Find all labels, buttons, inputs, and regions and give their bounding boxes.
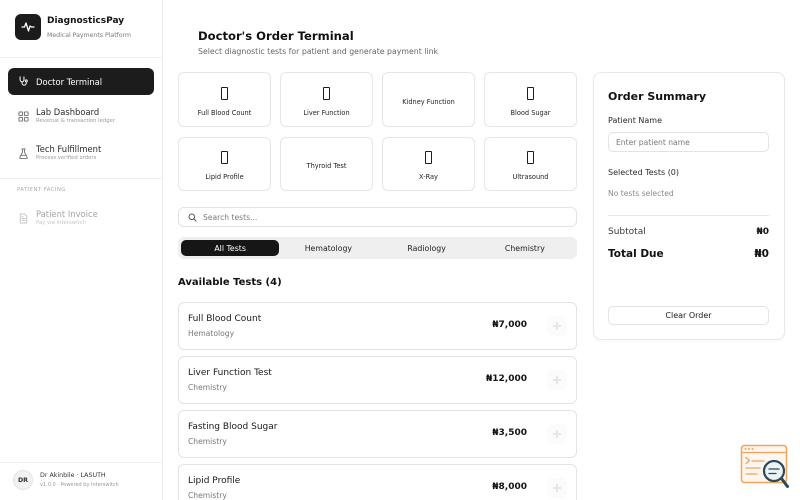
search-bar (178, 207, 577, 227)
quick-test-tile[interactable]: Ultrasound (484, 137, 577, 191)
app-logo[interactable] (15, 14, 41, 40)
test-icon (221, 151, 228, 164)
app-name: DiagnosticsPay (47, 16, 125, 26)
add-test-button[interactable] (547, 478, 567, 498)
quick-test-label: X-Ray (419, 173, 438, 181)
order-summary-title: Order Summary (608, 90, 707, 103)
main-content: Doctor's Order Terminal Select diagnosti… (163, 0, 800, 500)
tab-radiology[interactable]: Radiology (378, 240, 476, 256)
test-list-item[interactable]: Lipid Profile Chemistry ₦8,000 (178, 464, 577, 500)
sidebar-item-subtitle: Revenue & transaction ledger (36, 118, 116, 124)
test-icon (527, 86, 534, 100)
tab-hematology[interactable]: Hematology (279, 240, 377, 256)
total-due-label: Total Due (608, 247, 664, 260)
search-input[interactable] (179, 208, 576, 226)
test-price: ₦12,000 (486, 374, 527, 384)
pulse-icon (21, 22, 35, 32)
total-due-value: ₦0 (754, 247, 769, 260)
flask-icon (18, 148, 29, 159)
web-search-icon (740, 444, 789, 488)
quick-test-tile[interactable]: Blood Sugar (484, 72, 577, 127)
sidebar-item-subtitle: Process verified orders (36, 155, 97, 161)
tab-all-tests[interactable]: All Tests (181, 240, 280, 256)
quick-test-tile[interactable]: Liver Function (280, 72, 373, 127)
add-test-button[interactable] (547, 424, 567, 444)
test-price: ₦3,500 (492, 428, 527, 438)
test-icon (323, 86, 330, 100)
test-price: ₦8,000 (492, 482, 527, 492)
test-icon (221, 86, 228, 100)
patient-name-label: Patient Name (608, 116, 662, 125)
test-category: Hematology (188, 329, 235, 338)
quick-test-grid: Full Blood Count Liver Function Kidney F… (178, 72, 577, 191)
quick-test-label: Liver Function (303, 108, 350, 117)
sidebar-item-lab-dashboard[interactable]: Lab Dashboard Revenue & transaction ledg… (8, 102, 154, 132)
web-search-widget[interactable] (740, 444, 790, 490)
test-name: Fasting Blood Sugar (188, 422, 278, 432)
category-filter-tabs: All Tests Hematology Radiology Chemistry (178, 237, 577, 259)
clear-order-button[interactable]: Clear Order (608, 306, 769, 325)
sidebar-item-label: Patient Invoice (36, 209, 98, 219)
grid-icon (18, 111, 29, 122)
sidebar-divider (0, 178, 162, 179)
test-list-item[interactable]: Liver Function Test Chemistry ₦12,000 (178, 356, 577, 404)
available-tests-heading: Available Tests (4) (178, 277, 282, 288)
quick-test-label: Ultrasound (512, 173, 549, 181)
document-icon (18, 213, 29, 224)
quick-test-label: Full Blood Count (197, 108, 252, 117)
user-name: Dr Akinbile · LASUTH (40, 472, 106, 479)
test-name: Full Blood Count (188, 314, 262, 324)
patient-name-field[interactable] (608, 132, 769, 152)
add-test-button[interactable] (547, 316, 567, 336)
test-category: Chemistry (188, 491, 227, 500)
sidebar-section-label: PATIENT FACING (17, 186, 66, 193)
quick-test-tile[interactable]: X-Ray (382, 137, 475, 191)
test-icon (527, 151, 534, 164)
avatar[interactable]: DR (13, 470, 33, 490)
test-name: Liver Function Test (188, 368, 272, 378)
subtotal-label: Subtotal (608, 226, 646, 237)
sidebar-item-doctor-terminal[interactable]: Doctor Terminal (8, 68, 154, 95)
selected-tests-label: Selected Tests (0) (608, 168, 680, 177)
test-category: Chemistry (188, 437, 227, 446)
sidebar-item-label: Tech Fulfillment (36, 144, 102, 154)
sidebar-item-tech-fulfillment[interactable]: Tech Fulfillment Process verified orders (8, 139, 154, 169)
quick-test-tile[interactable]: Full Blood Count (178, 72, 271, 127)
tab-chemistry[interactable]: Chemistry (476, 240, 574, 256)
quick-test-tile[interactable]: Lipid Profile (178, 137, 271, 191)
sidebar-divider (0, 57, 162, 58)
test-list-item[interactable]: Full Blood Count Hematology ₦7,000 (178, 302, 577, 350)
sidebar-item-label: Lab Dashboard (36, 107, 100, 117)
quick-test-label: Lipid Profile (205, 173, 244, 181)
sidebar-item-subtitle: Pay via Interswitch (36, 220, 86, 226)
test-icon (425, 151, 432, 164)
quick-test-label: Kidney Function (402, 97, 455, 106)
quick-test-tile[interactable]: Thyroid Test (280, 137, 373, 191)
sidebar-divider (0, 462, 162, 463)
test-list-item[interactable]: Fasting Blood Sugar Chemistry ₦3,500 (178, 410, 577, 458)
page-subtitle: Select diagnostic tests for patient and … (198, 47, 439, 56)
page-title: Doctor's Order Terminal (198, 29, 354, 43)
app-version: v1.0.0 · Powered by Interswitch (40, 482, 119, 488)
selected-tests-empty: No tests selected (608, 189, 674, 198)
order-summary-panel: Order Summary Patient Name Selected Test… (593, 72, 785, 340)
quick-test-tile[interactable]: Kidney Function (382, 72, 475, 127)
app-tagline: Medical Payments Platform (47, 31, 132, 39)
sidebar: DiagnosticsPay Medical Payments Platform… (0, 0, 163, 500)
test-category: Chemistry (188, 383, 227, 392)
quick-test-label: Thyroid Test (306, 162, 347, 170)
sidebar-item-label: Doctor Terminal (36, 76, 103, 87)
test-name: Lipid Profile (188, 476, 241, 486)
summary-divider (608, 215, 769, 216)
add-test-button[interactable] (547, 370, 567, 390)
subtotal-value: ₦0 (756, 226, 769, 237)
stethoscope-icon (18, 76, 29, 87)
quick-test-label: Blood Sugar (510, 108, 551, 117)
sidebar-item-patient-invoice[interactable]: Patient Invoice Pay via Interswitch (8, 204, 154, 234)
test-price: ₦7,000 (492, 320, 527, 330)
